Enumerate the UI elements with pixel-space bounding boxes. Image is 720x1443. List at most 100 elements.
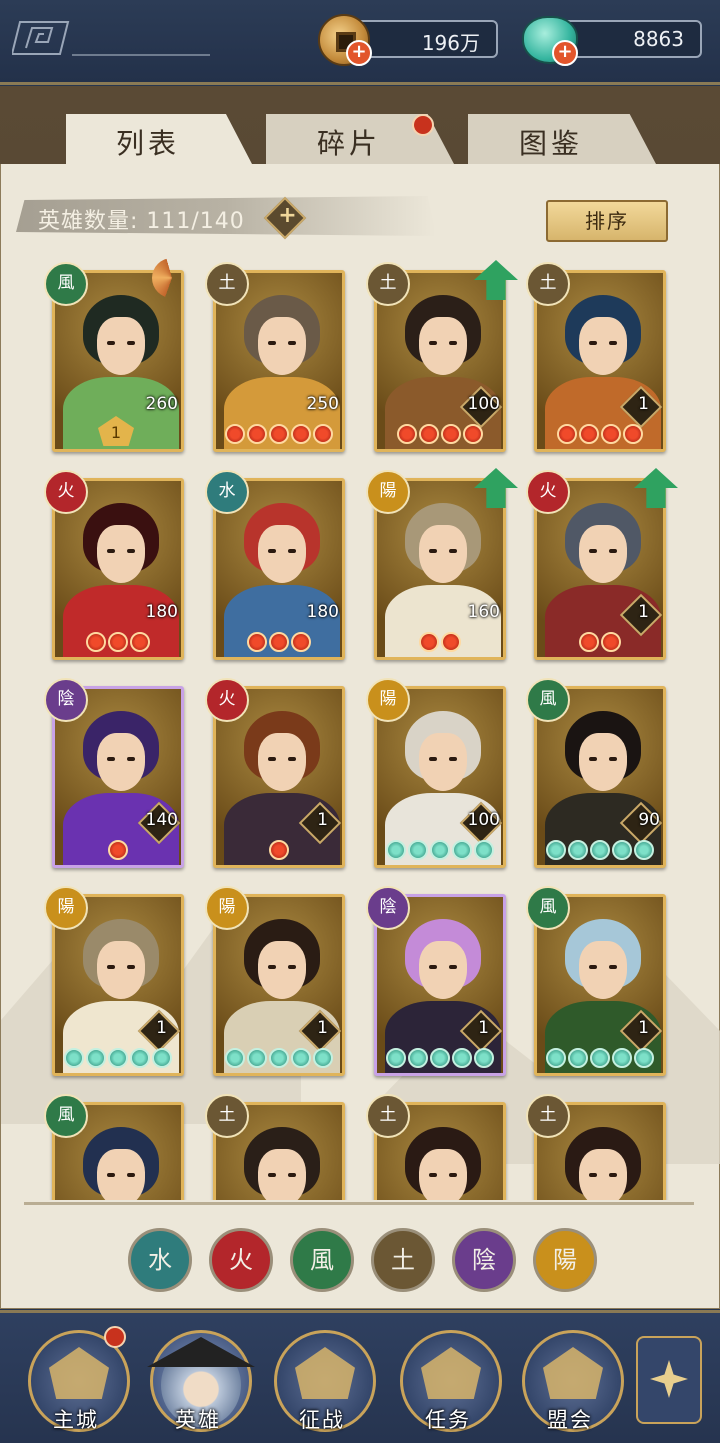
coin-value: 196万 — [421, 31, 480, 55]
hero-level: 180 — [145, 602, 178, 622]
filter-yin[interactable]: 陰 — [452, 1228, 516, 1292]
star-rating — [374, 840, 506, 864]
hero-level: 1 — [638, 394, 649, 414]
jade-star-icon — [130, 1048, 150, 1068]
hero-card[interactable]: 陽1 — [44, 886, 184, 1076]
jade-star-icon — [474, 1048, 494, 1068]
hero-card[interactable]: 陽1 — [205, 886, 345, 1076]
jade-star-icon — [590, 840, 610, 860]
hero-level: 260 — [145, 394, 178, 414]
hero-card[interactable]: 土 100 — [366, 260, 518, 452]
filter-earth[interactable]: 土 — [371, 1228, 435, 1292]
hero-level: 100 — [467, 810, 500, 830]
hero-card[interactable]: 陰 140 — [44, 678, 184, 868]
red-star-icon — [579, 424, 599, 444]
hero-card[interactable]: 風1 — [526, 886, 666, 1076]
divider — [72, 54, 210, 56]
tab-codex[interactable]: 图鉴 — [468, 114, 656, 164]
filter-yang[interactable]: 陽 — [533, 1228, 597, 1292]
jade-star-icon — [634, 840, 654, 860]
star-rating — [534, 632, 666, 656]
jade-star-icon — [64, 1048, 84, 1068]
star-rating — [213, 1048, 345, 1072]
hero-card[interactable]: 風 — [44, 1094, 184, 1200]
earth-element-badge: 土 — [205, 1094, 249, 1138]
hero-card[interactable]: 土 250 — [205, 262, 345, 452]
sort-button[interactable]: 排序 — [546, 200, 668, 242]
red-star-icon — [419, 632, 439, 652]
jade-star-icon — [152, 1048, 172, 1068]
tab-list[interactable]: 列表 — [66, 114, 252, 164]
red-star-icon — [86, 632, 106, 652]
jade-star-icon — [225, 1048, 245, 1068]
red-star-icon — [441, 424, 461, 444]
hero-level: 1 — [638, 1018, 649, 1038]
hero-card[interactable]: 風 260 1 — [44, 258, 192, 452]
filter-water[interactable]: 水 — [128, 1228, 192, 1292]
red-star-icon — [247, 424, 267, 444]
flower-menu-icon — [650, 1360, 688, 1398]
hero-card[interactable]: 土 — [205, 1094, 345, 1200]
water-element-badge: 水 — [205, 470, 249, 514]
add-jade-icon[interactable]: + — [552, 40, 578, 66]
hero-card[interactable]: 火1 — [526, 468, 678, 660]
add-coins-icon[interactable]: + — [346, 40, 372, 66]
yang-element-badge: 陽 — [44, 886, 88, 930]
hero-card[interactable]: 陰1 — [366, 886, 506, 1076]
hero-level: 100 — [467, 394, 500, 414]
red-star-icon — [441, 632, 461, 652]
star-rating — [213, 632, 345, 656]
earth-element-badge: 土 — [526, 262, 570, 306]
jade-star-icon — [612, 1048, 632, 1068]
wind-element-badge: 風 — [526, 886, 570, 930]
more-menu-button[interactable] — [636, 1336, 702, 1424]
yang-element-badge: 陽 — [205, 886, 249, 930]
jade-star-icon — [634, 1048, 654, 1068]
jade-star-icon — [86, 1048, 106, 1068]
nav-label: 征战 — [299, 1408, 345, 1432]
red-star-icon — [108, 840, 128, 860]
hero-card[interactable]: 風 90 — [526, 678, 666, 868]
hero-card[interactable]: 陽 160 — [366, 468, 518, 660]
star-rating — [213, 424, 345, 448]
war-drum-icon — [295, 1347, 355, 1399]
jade-star-icon — [269, 1048, 289, 1068]
red-star-icon — [108, 632, 128, 652]
red-star-icon — [623, 424, 643, 444]
hero-level: 1 — [317, 1018, 328, 1038]
nav-label: 英雄 — [175, 1408, 221, 1432]
red-star-icon — [579, 632, 599, 652]
red-star-icon — [557, 424, 577, 444]
hero-card[interactable]: 火 180 — [44, 470, 184, 660]
star-rating — [213, 840, 345, 864]
red-star-icon — [269, 840, 289, 860]
nav-label: 主城 — [53, 1408, 99, 1432]
hero-level: 1 — [156, 1018, 167, 1038]
hero-card[interactable]: 土 — [526, 1094, 666, 1200]
hero-card[interactable]: 土 — [366, 1094, 506, 1200]
star-rating — [374, 1048, 506, 1072]
palace-gate-icon — [49, 1347, 109, 1399]
hero-level: 1 — [478, 1018, 489, 1038]
bell-icon — [421, 1347, 481, 1399]
red-star-icon — [130, 632, 150, 652]
hero-card[interactable]: 火1 — [205, 678, 345, 868]
hero-level: 90 — [638, 810, 660, 830]
red-star-icon — [291, 424, 311, 444]
red-star-icon — [601, 632, 621, 652]
star-rating — [374, 424, 506, 448]
red-star-icon — [291, 632, 311, 652]
jade-star-icon — [430, 840, 450, 860]
filter-wind[interactable]: 風 — [290, 1228, 354, 1292]
red-star-icon — [313, 424, 333, 444]
filter-fire[interactable]: 火 — [209, 1228, 273, 1292]
red-star-icon — [225, 424, 245, 444]
hero-card[interactable]: 陽 100 — [366, 678, 506, 868]
pavilion-icon — [543, 1347, 603, 1399]
hero-card[interactable]: 水 180 — [205, 470, 345, 660]
pattern-emblem-icon — [12, 21, 70, 55]
wind-element-badge: 風 — [526, 678, 570, 722]
jade-star-icon — [546, 1048, 566, 1068]
hero-card[interactable]: 土1 — [526, 262, 666, 452]
red-star-icon — [463, 424, 483, 444]
